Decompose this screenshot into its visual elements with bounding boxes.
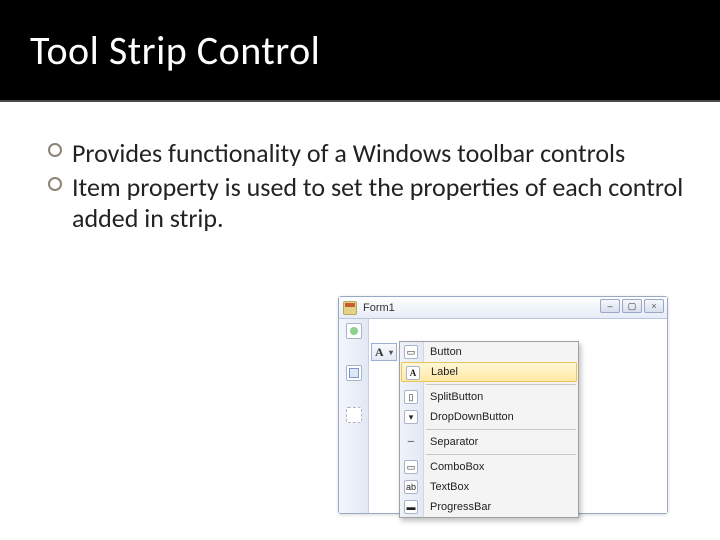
dropdown-item-label: Label bbox=[431, 366, 458, 378]
bullet-marker-icon bbox=[48, 177, 62, 191]
dropdown-item-label[interactable]: A Label bbox=[401, 362, 577, 382]
minimize-button[interactable]: – bbox=[600, 299, 620, 313]
dropdown-separator bbox=[426, 384, 576, 385]
toolstrip-icon[interactable] bbox=[346, 323, 362, 339]
slide-body: Provides functionality of a Windows tool… bbox=[0, 102, 720, 235]
bullet-item: Item property is used to set the propert… bbox=[48, 172, 684, 235]
form-icon bbox=[343, 301, 357, 315]
toolstrip-icon[interactable] bbox=[346, 407, 362, 423]
dropdown-item-textbox[interactable]: ab TextBox bbox=[400, 477, 578, 497]
window-title: Form1 bbox=[363, 302, 395, 314]
maximize-button[interactable]: ▢ bbox=[622, 299, 642, 313]
dropdown-item-progressbar[interactable]: ▬ ProgressBar bbox=[400, 497, 578, 517]
screenshot-form-window: Form1 – ▢ × A ▾ ▭ Button A bbox=[338, 296, 668, 514]
chevron-down-icon: ▾ bbox=[389, 348, 393, 357]
dropdown-letter: A bbox=[375, 345, 384, 360]
dropdown-item-label: Button bbox=[430, 346, 462, 358]
bullet-text: Item property is used to set the propert… bbox=[72, 171, 683, 235]
slide-title: Tool Strip Control bbox=[30, 26, 320, 75]
dropdown-item-label: TextBox bbox=[430, 481, 469, 493]
dropdown-separator bbox=[426, 429, 576, 430]
textbox-icon: ab bbox=[404, 480, 418, 494]
item-type-dropdown: ▭ Button A Label ▯ SplitButton ▾ DropDow… bbox=[399, 341, 579, 518]
bullet-marker-icon bbox=[48, 143, 62, 157]
bullet-item: Provides functionality of a Windows tool… bbox=[48, 138, 684, 170]
separator-icon: ─ bbox=[404, 435, 418, 449]
window-controls: – ▢ × bbox=[600, 299, 664, 313]
toolstrip-icon[interactable] bbox=[346, 365, 362, 381]
combobox-icon: ▭ bbox=[404, 460, 418, 474]
dropdown-item-label: Separator bbox=[430, 436, 478, 448]
add-item-dropdown-button[interactable]: A ▾ bbox=[371, 343, 397, 361]
vertical-toolstrip bbox=[339, 319, 369, 513]
progressbar-icon: ▬ bbox=[404, 500, 418, 514]
dropdown-item-dropdownbutton[interactable]: ▾ DropDownButton bbox=[400, 407, 578, 427]
slide-title-band: Tool Strip Control bbox=[0, 0, 720, 102]
label-icon: A bbox=[406, 366, 420, 380]
dropdown-item-separator[interactable]: ─ Separator bbox=[400, 432, 578, 452]
window-titlebar: Form1 – ▢ × bbox=[339, 297, 667, 319]
bullet-text: Provides functionality of a Windows tool… bbox=[72, 137, 625, 169]
splitbutton-icon: ▯ bbox=[404, 390, 418, 404]
dropdown-item-label: ProgressBar bbox=[430, 501, 491, 513]
dropdown-item-label: ComboBox bbox=[430, 461, 484, 473]
dropdown-item-combobox[interactable]: ▭ ComboBox bbox=[400, 457, 578, 477]
dropdown-separator bbox=[426, 454, 576, 455]
window-body: A ▾ ▭ Button A Label ▯ SplitButton bbox=[339, 319, 667, 513]
dropdown-item-label: SplitButton bbox=[430, 391, 483, 403]
form-canvas: A ▾ ▭ Button A Label ▯ SplitButton bbox=[369, 319, 667, 513]
dropdown-item-button[interactable]: ▭ Button bbox=[400, 342, 578, 362]
dropdown-item-label: DropDownButton bbox=[430, 411, 514, 423]
button-icon: ▭ bbox=[404, 345, 418, 359]
dropdown-item-splitbutton[interactable]: ▯ SplitButton bbox=[400, 387, 578, 407]
close-button[interactable]: × bbox=[644, 299, 664, 313]
dropdownbutton-icon: ▾ bbox=[404, 410, 418, 424]
